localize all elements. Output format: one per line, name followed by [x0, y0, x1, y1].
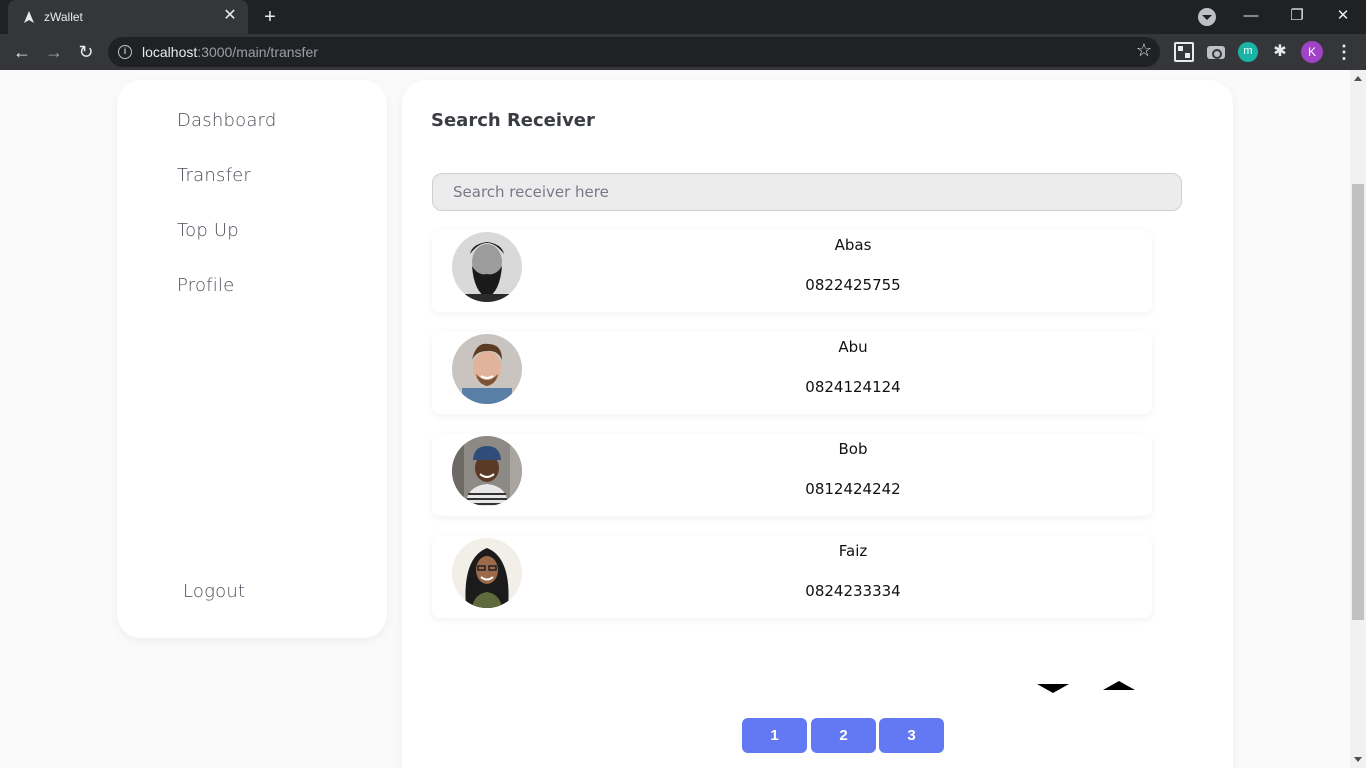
tab-close-icon[interactable]: ✕ — [220, 6, 240, 26]
address-bar[interactable]: i localhost:3000/main/transfer ☆ — [108, 37, 1160, 67]
page-button-2[interactable]: 2 — [811, 718, 876, 753]
receiver-card[interactable]: Abas 0822425755 — [432, 230, 1152, 312]
receiver-phone: 0824233334 — [805, 582, 901, 600]
qr-code-icon[interactable] — [1174, 42, 1194, 62]
extensions-puzzle-icon[interactable]: ✱ — [1270, 42, 1290, 62]
url-host: localhost — [142, 44, 198, 60]
sidebar-item-profile[interactable]: Profile — [177, 275, 234, 296]
sort-descending-icon[interactable] — [1037, 684, 1069, 693]
page-title: Search Receiver — [431, 110, 595, 131]
receiver-card[interactable]: Abu 0824124124 — [432, 332, 1152, 414]
receiver-card[interactable]: Bob 0812424242 — [432, 434, 1152, 516]
scroll-up-arrow-icon[interactable] — [1354, 76, 1362, 81]
receiver-name: Bob — [838, 440, 868, 458]
search-input[interactable] — [432, 173, 1182, 211]
sidebar-item-dashboard[interactable]: Dashboard — [177, 110, 276, 131]
profile-avatar[interactable]: K — [1301, 41, 1323, 63]
url-path: :3000/main/transfer — [197, 44, 318, 60]
tab-title: zWallet — [44, 10, 83, 24]
tab-search-icon[interactable] — [1198, 8, 1216, 26]
sidebar-item-top-up[interactable]: Top Up — [177, 220, 239, 241]
reload-icon[interactable]: ↻ — [72, 38, 100, 66]
camera-icon[interactable] — [1206, 42, 1226, 62]
scrollbar-thumb[interactable] — [1352, 184, 1364, 620]
forward-arrow-icon[interactable]: → — [40, 38, 68, 66]
sort-ascending-icon[interactable] — [1103, 681, 1135, 690]
bookmark-star-icon[interactable]: ☆ — [1136, 40, 1152, 61]
receiver-name: Abas — [834, 236, 872, 254]
extension-m-icon[interactable]: m — [1238, 42, 1258, 62]
browser-tab-bar: zWallet ✕ + — ❐ ✕ — [0, 0, 1366, 34]
close-window-button[interactable]: ✕ — [1320, 0, 1366, 34]
receiver-phone: 0812424242 — [805, 480, 901, 498]
receiver-phone: 0822425755 — [805, 276, 901, 294]
page-button-1[interactable]: 1 — [742, 718, 807, 753]
sidebar-item-transfer[interactable]: Transfer — [177, 165, 251, 186]
browser-toolbar: ← → ↻ i localhost:3000/main/transfer ☆ m… — [0, 34, 1366, 70]
browser-tab[interactable]: zWallet ✕ — [8, 0, 248, 34]
page-button-3[interactable]: 3 — [879, 718, 944, 753]
main-panel: Search Receiver Abas 0822425755 — [402, 80, 1233, 768]
browser-menu-icon[interactable]: ⋮ — [1334, 40, 1354, 64]
minimize-button[interactable]: — — [1228, 0, 1274, 34]
scroll-down-arrow-icon[interactable] — [1354, 757, 1362, 762]
zwallet-favicon-icon — [24, 11, 34, 23]
receiver-phone: 0824124124 — [805, 378, 901, 396]
receiver-card[interactable]: Faiz 0824233334 — [432, 536, 1152, 618]
receiver-name: Faiz — [838, 542, 868, 560]
restore-button[interactable]: ❐ — [1274, 0, 1320, 34]
url-text: localhost:3000/main/transfer — [142, 44, 318, 60]
site-info-icon[interactable]: i — [118, 45, 132, 59]
sidebar-item-logout[interactable]: Logout — [183, 581, 245, 602]
receiver-name: Abu — [838, 338, 868, 356]
back-arrow-icon[interactable]: ← — [8, 38, 36, 66]
page-scrollbar[interactable] — [1350, 70, 1366, 768]
sidebar: Dashboard Transfer Top Up Profile Logout — [117, 80, 387, 638]
new-tab-button[interactable]: + — [258, 5, 282, 29]
page-viewport: Dashboard Transfer Top Up Profile Logout… — [0, 70, 1350, 768]
